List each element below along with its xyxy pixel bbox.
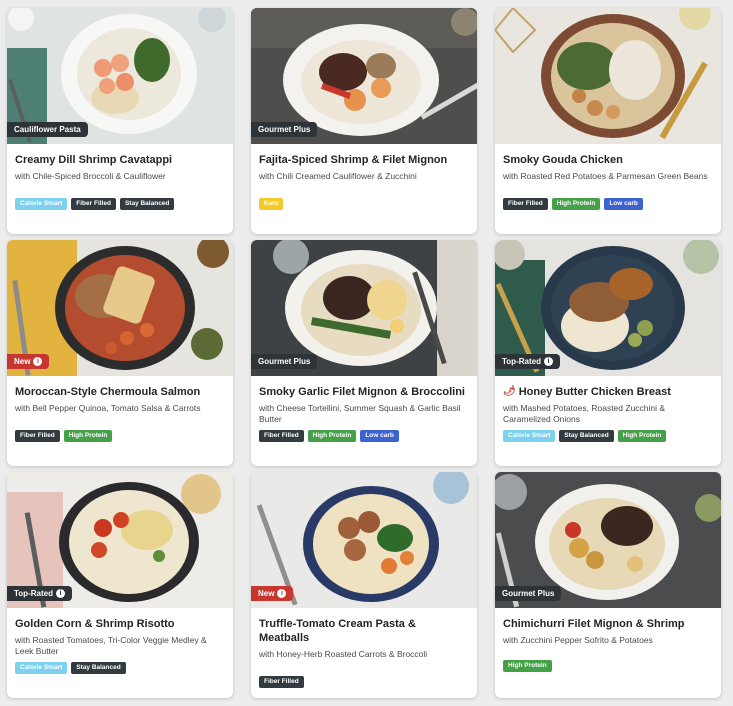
recipe-card[interactable]: New i Truffle-Tomato Cream Pasta & Meatb… — [251, 472, 477, 698]
recipe-photo — [495, 8, 721, 144]
recipe-photo: New i — [7, 240, 233, 376]
recipe-photo: Top-Rated i — [7, 472, 233, 608]
tag-high-protein: High Protein — [63, 430, 113, 442]
info-icon[interactable]: i — [33, 357, 43, 366]
tag-fiber-filled: Fiber Filled — [503, 198, 548, 210]
recipe-card[interactable]: Smoky Gouda Chicken with Roasted Red Pot… — [495, 8, 721, 234]
recipe-ribbon: Gourmet Plus — [495, 586, 562, 601]
chili-pepper-icon: 🌶 — [503, 386, 516, 397]
tag-list: Keto — [259, 198, 284, 210]
recipe-card[interactable]: Gourmet Plus Smoky Garlic Filet Mignon &… — [251, 240, 477, 466]
recipe-photo: Gourmet Plus — [495, 472, 721, 608]
info-icon[interactable]: i — [277, 589, 287, 598]
tag-high-protein: High Protein — [503, 660, 552, 672]
recipe-title[interactable]: Smoky Garlic Filet Mignon & Broccolini — [259, 385, 469, 399]
recipe-subtitle: with Cheese Tortellini, Summer Squash & … — [259, 403, 461, 424]
tag-high-protein: High Protein — [551, 198, 601, 210]
tag-list: Fiber Filled High Protein Low carb — [259, 430, 399, 442]
tag-list: Fiber Filled High Protein Low carb — [503, 198, 643, 210]
info-icon[interactable]: i — [543, 357, 553, 366]
recipe-title[interactable]: Creamy Dill Shrimp Cavatappi — [15, 153, 225, 167]
tag-keto: Keto — [259, 198, 284, 210]
recipe-ribbon: Top-Rated i — [495, 354, 560, 369]
recipe-card[interactable]: Gourmet Plus Chimichurri Filet Mignon & … — [495, 472, 721, 698]
recipe-card[interactable]: New i Moroccan-Style Chermoula Salmon wi… — [7, 240, 233, 466]
recipe-ribbon: Gourmet Plus — [251, 122, 318, 137]
tag-high-protein: High Protein — [617, 430, 667, 442]
info-icon[interactable]: i — [55, 589, 65, 598]
recipe-title[interactable]: Moroccan-Style Chermoula Salmon — [15, 385, 225, 399]
recipe-subtitle: with Zucchini Pepper Sofrito & Potatoes — [503, 635, 653, 645]
recipe-title[interactable]: Truffle-Tomato Cream Pasta & Meatballs — [259, 617, 469, 645]
recipe-subtitle: with Mashed Potatoes, Roasted Zucchini &… — [503, 403, 666, 424]
recipe-title[interactable]: Chimichurri Filet Mignon & Shrimp — [503, 617, 713, 631]
tag-list: Calorie Smart Fiber Filled Stay Balanced — [15, 198, 175, 210]
tag-low-carb: Low carb — [604, 198, 643, 210]
tag-list: Calorie Smart Stay Balanced — [15, 662, 126, 674]
tag-list: Calorie Smart Stay Balanced High Protein — [503, 430, 667, 442]
recipe-ribbon: Cauliflower Pasta — [7, 122, 88, 137]
recipe-card[interactable]: Gourmet Plus Fajita-Spiced Shrimp & File… — [251, 8, 477, 234]
recipe-photo: New i — [251, 472, 477, 608]
recipe-subtitle: with Chile-Spiced Broccoli & Cauliflower — [15, 171, 166, 181]
recipe-subtitle: with Chili Creamed Cauliflower & Zucchin… — [259, 171, 417, 181]
tag-stay-balanced: Stay Balanced — [119, 198, 175, 210]
recipe-grid: Cauliflower Pasta Creamy Dill Shrimp Cav… — [0, 0, 733, 706]
recipe-ribbon: Gourmet Plus — [251, 354, 318, 369]
recipe-ribbon: Top-Rated i — [7, 586, 72, 601]
tag-stay-balanced: Stay Balanced — [559, 430, 614, 442]
tag-calorie-smart: Calorie Smart — [503, 430, 556, 442]
tag-calorie-smart: Calorie Smart — [15, 198, 68, 210]
recipe-title[interactable]: 🌶 Honey Butter Chicken Breast — [503, 385, 713, 399]
recipe-photo: Gourmet Plus — [251, 240, 477, 376]
recipe-title[interactable]: Golden Corn & Shrimp Risotto — [15, 617, 225, 631]
tag-list: Fiber Filled High Protein — [15, 430, 113, 442]
recipe-card[interactable]: Cauliflower Pasta Creamy Dill Shrimp Cav… — [7, 8, 233, 234]
tag-list: Fiber Filled — [259, 676, 304, 688]
recipe-subtitle: with Honey-Herb Roasted Carrots & Brocco… — [259, 649, 428, 659]
recipe-title[interactable]: Smoky Gouda Chicken — [503, 153, 713, 167]
tag-list: High Protein — [503, 660, 552, 672]
tag-low-carb: Low carb — [360, 430, 399, 442]
tag-fiber-filled: Fiber Filled — [259, 430, 304, 442]
recipe-subtitle: with Bell Pepper Quinoa, Tomato Salsa & … — [15, 403, 201, 413]
recipe-card[interactable]: Top-Rated i Golden Corn & Shrimp Risotto… — [7, 472, 233, 698]
recipe-photo: Top-Rated i — [495, 240, 721, 376]
tag-fiber-filled: Fiber Filled — [71, 198, 116, 210]
recipe-title[interactable]: Fajita-Spiced Shrimp & Filet Mignon — [259, 153, 469, 167]
tag-fiber-filled: Fiber Filled — [15, 430, 60, 442]
recipe-subtitle: with Roasted Red Potatoes & Parmesan Gre… — [503, 171, 708, 181]
recipe-subtitle: with Roasted Tomatoes, Tri-Color Veggie … — [15, 635, 207, 656]
recipe-ribbon: New i — [7, 354, 50, 369]
tag-high-protein: High Protein — [307, 430, 357, 442]
tag-stay-balanced: Stay Balanced — [71, 662, 126, 674]
recipe-card[interactable]: Top-Rated i 🌶 Honey Butter Chicken Breas… — [495, 240, 721, 466]
recipe-ribbon: New i — [251, 586, 294, 601]
recipe-photo: Gourmet Plus — [251, 8, 477, 144]
tag-calorie-smart: Calorie Smart — [15, 662, 68, 674]
recipe-photo: Cauliflower Pasta — [7, 8, 233, 144]
tag-fiber-filled: Fiber Filled — [259, 676, 304, 688]
